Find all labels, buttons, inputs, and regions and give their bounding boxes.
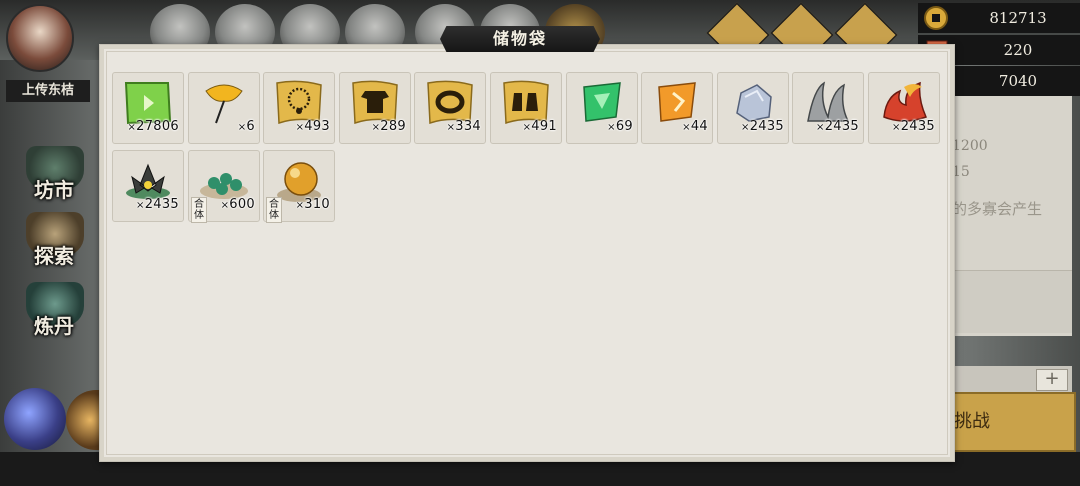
item-quantity: ×491 [523, 119, 557, 134]
inventory-slot[interactable]: 合体 ×600 [188, 150, 260, 223]
item-quantity: ×2435 [136, 197, 179, 212]
inventory-slot[interactable]: ×6 [188, 72, 260, 144]
inventory-slot[interactable]: ×27806 [112, 72, 184, 144]
dialog-title-plate: 储物袋 [440, 26, 600, 52]
copper-coin-icon [924, 6, 948, 30]
quantity-prefix: × [127, 122, 137, 133]
inventory-slot[interactable]: ×2435 [112, 150, 184, 222]
inventory-slot[interactable]: ×491 [490, 72, 562, 144]
quantity-prefix: × [446, 122, 456, 133]
quantity-prefix: × [136, 200, 145, 211]
item-quantity: ×69 [607, 119, 633, 134]
quantity-prefix: × [295, 200, 305, 211]
item-quantity: ×44 [682, 119, 708, 134]
quantity-value: 600 [229, 197, 255, 212]
alchemy-label: 炼丹 [34, 314, 74, 338]
quantity-prefix: × [522, 122, 532, 133]
item-quantity: ×27806 [127, 119, 179, 134]
currency-value: 7040 [998, 72, 1038, 90]
player-avatar[interactable] [6, 4, 74, 72]
add-button[interactable]: + [1036, 369, 1068, 391]
item-quantity: ×6 [238, 119, 255, 134]
quantity-prefix: × [220, 200, 230, 211]
quantity-value: 2435 [749, 119, 784, 134]
inventory-slot[interactable]: ×334 [414, 72, 486, 144]
currency-copper: 812713 [918, 3, 1080, 33]
inventory-slot[interactable]: ×2435 [717, 72, 789, 144]
quantity-value: 69 [615, 119, 633, 134]
inventory-slot[interactable]: 合体 ×310 [263, 150, 335, 223]
quantity-value: 334 [455, 119, 481, 134]
market-label: 坊市 [34, 178, 74, 202]
inventory-slot[interactable]: ×493 [263, 72, 335, 144]
quantity-prefix: × [816, 122, 825, 133]
challenge-button[interactable]: 挑战 [952, 392, 1076, 452]
player-name: 上传东桔 [6, 80, 90, 102]
quantity-value: 493 [304, 119, 330, 134]
item-quantity: ×310 [296, 197, 330, 212]
dialog-title: 储物袋 [492, 29, 547, 48]
item-tag: 合体 [266, 197, 282, 223]
quantity-value: 289 [380, 119, 406, 134]
quantity-value: 27806 [136, 119, 179, 134]
challenge-label: 挑战 [954, 411, 990, 432]
item-tag: 合体 [191, 197, 207, 223]
info-text: 的多寡会产生 [952, 200, 1043, 218]
alchemy-button[interactable]: 炼丹 [20, 282, 90, 342]
quantity-value: 310 [304, 197, 330, 212]
right-info-box [952, 270, 1072, 333]
quantity-prefix: × [295, 122, 305, 133]
quantity-value: 2435 [824, 119, 859, 134]
item-quantity: ×2435 [816, 119, 859, 134]
item-quantity: ×493 [296, 119, 330, 134]
inventory-slot[interactable]: ×289 [339, 72, 411, 144]
currency-value: 812713 [989, 9, 1047, 27]
market-button[interactable]: 坊市 [20, 146, 90, 206]
quantity-value: 2435 [900, 119, 935, 134]
quantity-prefix: × [607, 122, 616, 133]
inventory-slot[interactable]: ×2435 [868, 72, 940, 144]
item-quantity: ×600 [221, 197, 255, 212]
explore-label: 探索 [34, 244, 74, 268]
quantity-prefix: × [682, 122, 691, 133]
quantity-value: 6 [246, 119, 255, 134]
quantity-value: 491 [531, 119, 557, 134]
quantity-prefix: × [371, 122, 381, 133]
skill-orb-icon[interactable] [4, 388, 66, 450]
inventory-slot[interactable]: ×69 [566, 72, 638, 144]
quantity-prefix: × [741, 122, 750, 133]
item-quantity: ×2435 [741, 119, 784, 134]
item-quantity: ×2435 [892, 119, 935, 134]
item-quantity: ×334 [447, 119, 481, 134]
inventory-slot[interactable]: ×2435 [792, 72, 864, 144]
explore-button[interactable]: 探索 [20, 212, 90, 272]
item-quantity: ×289 [372, 119, 406, 134]
quantity-value: 2435 [144, 197, 179, 212]
quantity-value: 44 [690, 119, 708, 134]
currency-value: 220 [1003, 41, 1033, 59]
inventory-slot[interactable]: ×44 [641, 72, 713, 144]
info-value: 1200 [952, 138, 988, 154]
quantity-prefix: × [892, 122, 901, 133]
